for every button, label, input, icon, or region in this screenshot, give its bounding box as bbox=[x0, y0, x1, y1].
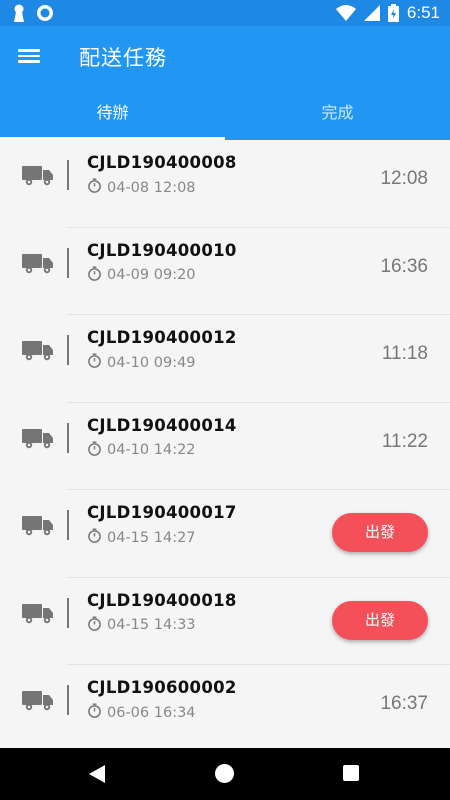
task-row[interactable]: CJLD190400018 04-15 14:33 出發 bbox=[0, 578, 450, 665]
task-list: CJLD190400008 04-08 12:08 12:08 CJLD1904000… bbox=[0, 140, 450, 748]
tab-completed[interactable]: 完成 bbox=[225, 90, 450, 140]
row-separator bbox=[67, 685, 69, 715]
wifi-icon bbox=[335, 5, 356, 21]
depart-button[interactable]: 出發 bbox=[332, 600, 428, 640]
task-code: CJLD190400018 bbox=[87, 590, 237, 610]
truck-icon bbox=[22, 164, 54, 186]
task-datetime: 04-08 12:08 bbox=[107, 179, 196, 196]
task-datetime: 04-15 14:33 bbox=[107, 617, 196, 633]
task-time: 11:22 bbox=[381, 430, 428, 452]
circle-notification-icon bbox=[37, 5, 53, 21]
task-row[interactable]: CJLD190400014 04-10 14:22 11:22 bbox=[0, 403, 450, 490]
task-code: CJLD190400012 bbox=[87, 328, 237, 347]
row-separator bbox=[67, 422, 69, 453]
timer-icon bbox=[87, 353, 102, 372]
timer-icon bbox=[87, 178, 102, 197]
cell-signal-icon bbox=[363, 5, 380, 21]
task-code: CJLD190400010 bbox=[87, 240, 237, 260]
task-code: CJLD190400017 bbox=[87, 503, 237, 522]
truck-icon bbox=[22, 602, 54, 624]
task-datetime: 04-09 09:20 bbox=[107, 267, 196, 283]
truck-icon bbox=[22, 514, 54, 536]
task-code: CJLD190400008 bbox=[87, 153, 237, 172]
battery-charging-icon bbox=[387, 4, 399, 22]
page-title: 配送任務 bbox=[79, 46, 167, 70]
task-code: CJLD190600002 bbox=[87, 678, 237, 697]
depart-button[interactable]: 出發 bbox=[332, 513, 428, 552]
back-triangle-icon[interactable] bbox=[88, 764, 106, 784]
system-nav-bar bbox=[0, 748, 450, 800]
home-circle-icon[interactable] bbox=[215, 764, 234, 783]
task-row[interactable]: CJLD190400017 04-15 14:27 出發 bbox=[0, 490, 450, 578]
row-separator bbox=[67, 160, 69, 190]
row-separator bbox=[67, 510, 69, 540]
status-bar: 6:51 bbox=[0, 0, 450, 26]
task-time: 16:36 bbox=[380, 255, 428, 277]
truck-icon bbox=[22, 339, 54, 361]
task-time: 11:18 bbox=[381, 343, 428, 364]
app-bar: 配送任務 bbox=[0, 26, 450, 90]
keyhole-icon bbox=[14, 4, 24, 22]
tab-label: 完成 bbox=[321, 103, 354, 122]
truck-icon bbox=[22, 252, 54, 274]
row-separator bbox=[67, 597, 69, 628]
status-time: 6:51 bbox=[406, 3, 440, 22]
timer-icon bbox=[87, 703, 102, 722]
task-time: 16:37 bbox=[380, 693, 428, 714]
timer-icon bbox=[87, 440, 102, 460]
tab-bar: 待辦 完成 bbox=[0, 90, 450, 140]
row-separator bbox=[67, 247, 69, 278]
task-time: 12:08 bbox=[380, 168, 428, 189]
timer-icon bbox=[87, 528, 102, 547]
truck-icon bbox=[22, 427, 54, 449]
task-row[interactable]: CJLD190400008 04-08 12:08 12:08 bbox=[0, 140, 450, 228]
task-datetime: 06-06 16:34 bbox=[107, 704, 196, 721]
task-code: CJLD190400014 bbox=[87, 415, 237, 435]
hamburger-menu-icon[interactable] bbox=[18, 46, 44, 68]
timer-icon bbox=[87, 615, 102, 635]
task-datetime: 04-10 09:49 bbox=[107, 354, 196, 371]
truck-icon bbox=[22, 689, 54, 711]
timer-icon bbox=[87, 265, 102, 285]
task-row[interactable]: CJLD190600002 06-06 16:34 16:37 bbox=[0, 665, 450, 748]
task-row[interactable]: CJLD190400010 04-09 09:20 16:36 bbox=[0, 228, 450, 315]
task-datetime: 04-15 14:27 bbox=[107, 529, 196, 546]
tab-pending[interactable]: 待辦 bbox=[0, 90, 225, 140]
recents-square-icon[interactable] bbox=[343, 765, 359, 781]
task-datetime: 04-10 14:22 bbox=[107, 442, 196, 458]
tab-label: 待辦 bbox=[96, 103, 129, 122]
row-separator bbox=[67, 335, 69, 365]
task-row[interactable]: CJLD190400012 04-10 09:49 11:18 bbox=[0, 315, 450, 403]
